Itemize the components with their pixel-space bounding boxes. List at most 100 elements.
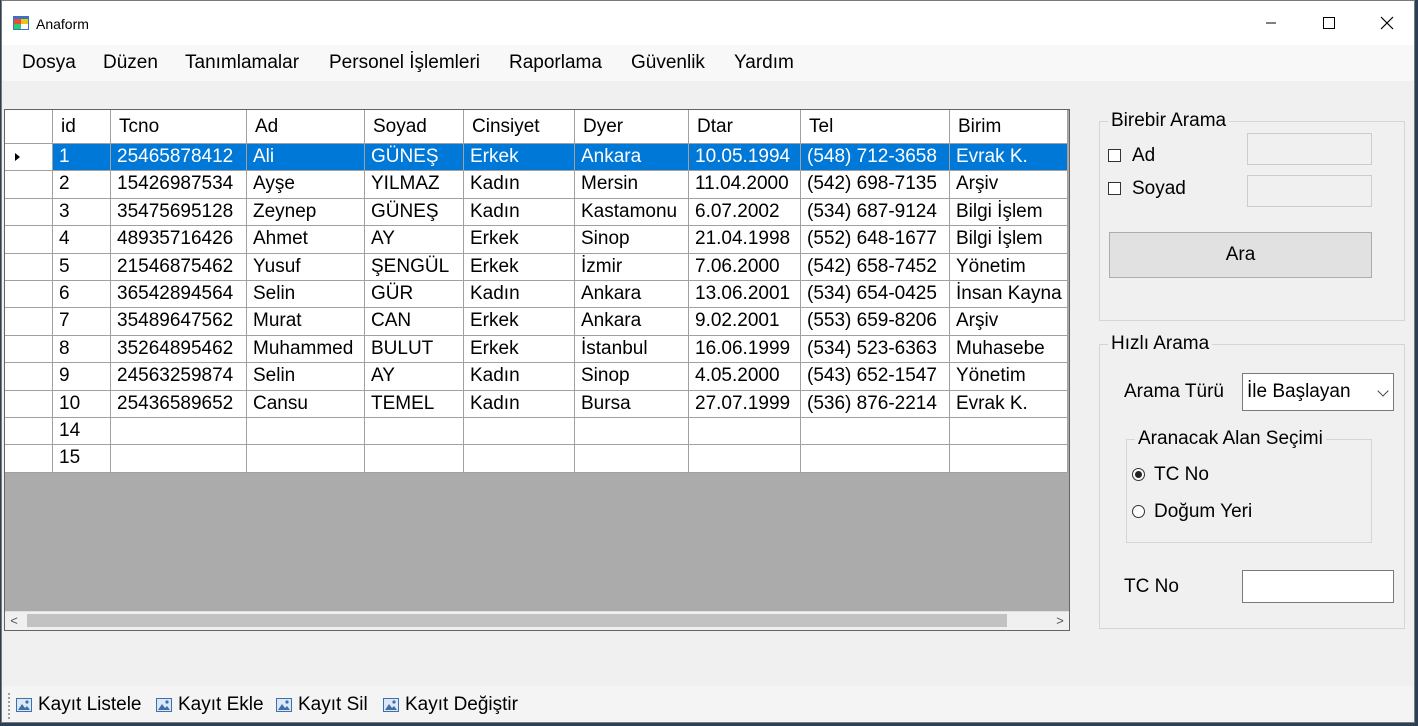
row-header[interactable]: [5, 308, 53, 336]
kayit-degistir-button[interactable]: Kayıt Değiştir: [383, 694, 518, 716]
row-header[interactable]: [5, 335, 53, 364]
table-row[interactable]: 15: [5, 445, 1068, 473]
table-cell[interactable]: Sinop: [575, 363, 689, 391]
personnel-data-grid[interactable]: id Tcno Ad Soyad Cinsiyet Dyer Dtar Tel Birim 1 25…: [4, 109, 1070, 631]
menu-duzen[interactable]: Düzen: [103, 52, 158, 74]
table-cell[interactable]: Bilgi İşlem: [950, 226, 1068, 254]
table-cell[interactable]: [575, 417, 689, 446]
row-header[interactable]: [5, 445, 53, 473]
table-cell[interactable]: [689, 445, 801, 473]
table-row[interactable]: 9 24563259874 Selin AY Kadın Sinop 4.05.2000 (5…: [5, 363, 1068, 391]
table-cell[interactable]: 4: [53, 226, 111, 254]
table-cell[interactable]: [801, 417, 950, 446]
table-cell[interactable]: Selin: [247, 280, 365, 309]
kayit-listele-button[interactable]: Kayıt Listele: [16, 694, 142, 716]
table-cell[interactable]: 1: [53, 144, 111, 172]
maximize-button[interactable]: [1300, 1, 1358, 45]
table-row[interactable]: 7 35489647562 Murat CAN Erkek Ankara 9.02.2001…: [5, 308, 1068, 336]
table-cell[interactable]: Ahmet: [247, 226, 365, 254]
table-cell[interactable]: GÜNEŞ: [365, 144, 464, 172]
ara-button[interactable]: Ara: [1109, 232, 1372, 278]
horizontal-scrollbar[interactable]: < >: [5, 611, 1069, 630]
table-cell[interactable]: Ankara: [575, 144, 689, 172]
table-cell[interactable]: [575, 445, 689, 473]
table-cell[interactable]: 15: [53, 445, 111, 473]
table-cell[interactable]: Murat: [247, 308, 365, 336]
table-cell[interactable]: [365, 417, 464, 446]
table-cell[interactable]: 24563259874: [111, 363, 247, 391]
table-cell[interactable]: [464, 417, 575, 446]
table-cell[interactable]: 9.02.2001: [689, 308, 801, 336]
table-cell[interactable]: 36542894564: [111, 280, 247, 309]
table-row[interactable]: 4 48935716426 Ahmet AY Erkek Sinop 21.04.1998(…: [5, 226, 1068, 254]
column-header[interactable]: Tel: [801, 110, 950, 144]
table-cell[interactable]: (536) 876-2214: [801, 390, 950, 418]
table-cell[interactable]: Kastamonu: [575, 198, 689, 227]
column-header[interactable]: Soyad: [365, 110, 464, 144]
soyad-input[interactable]: [1247, 175, 1372, 207]
scroll-thumb[interactable]: [27, 614, 1007, 627]
table-cell[interactable]: 10.05.1994: [689, 144, 801, 172]
table-cell[interactable]: TEMEL: [365, 390, 464, 418]
table-cell[interactable]: Muhasebe: [950, 335, 1068, 364]
table-cell[interactable]: Arşiv: [950, 171, 1068, 199]
grid-corner-header[interactable]: [5, 110, 53, 144]
table-cell[interactable]: AY: [365, 226, 464, 254]
row-header[interactable]: [5, 280, 53, 309]
table-cell[interactable]: 9: [53, 363, 111, 391]
table-cell[interactable]: İstanbul: [575, 335, 689, 364]
table-cell[interactable]: 6: [53, 280, 111, 309]
table-cell[interactable]: GÜR: [365, 280, 464, 309]
table-cell[interactable]: 4.05.2000: [689, 363, 801, 391]
table-cell[interactable]: [689, 417, 801, 446]
table-row[interactable]: 3 35475695128 Zeynep GÜNEŞ Kadın Kastamonu 6.0…: [5, 198, 1068, 227]
table-cell[interactable]: YILMAZ: [365, 171, 464, 199]
table-row[interactable]: 1 25465878412 Ali GÜNEŞ Erkek Ankara 10.05.199…: [5, 144, 1068, 172]
arama-turu-select[interactable]: İle Başlayan: [1242, 373, 1394, 411]
table-cell[interactable]: Ali: [247, 144, 365, 172]
table-cell[interactable]: 21546875462: [111, 253, 247, 281]
menu-yardim[interactable]: Yardım: [734, 52, 794, 74]
row-header[interactable]: [5, 417, 53, 446]
table-cell[interactable]: Erkek: [464, 253, 575, 281]
table-cell[interactable]: Erkek: [464, 226, 575, 254]
table-cell[interactable]: (552) 648-1677: [801, 226, 950, 254]
table-cell[interactable]: 6.07.2002: [689, 198, 801, 227]
table-cell[interactable]: (534) 654-0425: [801, 280, 950, 309]
table-cell[interactable]: (542) 658-7452: [801, 253, 950, 281]
table-cell[interactable]: İzmir: [575, 253, 689, 281]
menu-tanimlamalar[interactable]: Tanımlamalar: [185, 52, 299, 74]
table-cell[interactable]: Yönetim: [950, 363, 1068, 391]
table-cell[interactable]: [950, 445, 1068, 473]
table-cell[interactable]: 27.07.1999: [689, 390, 801, 418]
table-cell[interactable]: ŞENGÜL: [365, 253, 464, 281]
table-cell[interactable]: Mersin: [575, 171, 689, 199]
table-cell[interactable]: [247, 417, 365, 446]
kayit-ekle-button[interactable]: Kayıt Ekle: [156, 694, 264, 716]
table-cell[interactable]: [111, 445, 247, 473]
soyad-checkbox[interactable]: [1108, 182, 1121, 195]
close-button[interactable]: [1358, 1, 1414, 45]
menu-guvenlik[interactable]: Güvenlik: [631, 52, 705, 74]
table-cell[interactable]: 10: [53, 390, 111, 418]
table-cell[interactable]: 14: [53, 417, 111, 446]
table-cell[interactable]: 11.04.2000: [689, 171, 801, 199]
dogum-yeri-radio[interactable]: [1132, 505, 1145, 518]
table-cell[interactable]: [247, 445, 365, 473]
table-cell[interactable]: GÜNEŞ: [365, 198, 464, 227]
row-header[interactable]: [5, 198, 53, 227]
table-cell[interactable]: Bilgi İşlem: [950, 198, 1068, 227]
table-row[interactable]: 6 36542894564 Selin GÜR Kadın Ankara 13.06.200…: [5, 280, 1068, 309]
row-header[interactable]: [5, 390, 53, 418]
table-cell[interactable]: 7.06.2000: [689, 253, 801, 281]
table-cell[interactable]: Yönetim: [950, 253, 1068, 281]
table-cell[interactable]: Bursa: [575, 390, 689, 418]
table-cell[interactable]: 21.04.1998: [689, 226, 801, 254]
row-header[interactable]: [5, 171, 53, 199]
table-cell[interactable]: Kadın: [464, 390, 575, 418]
column-header[interactable]: Cinsiyet: [464, 110, 575, 144]
column-header[interactable]: Ad: [247, 110, 365, 144]
table-cell[interactable]: İnsan Kayna: [950, 280, 1068, 309]
table-cell[interactable]: (543) 652-1547: [801, 363, 950, 391]
table-cell[interactable]: 35475695128: [111, 198, 247, 227]
